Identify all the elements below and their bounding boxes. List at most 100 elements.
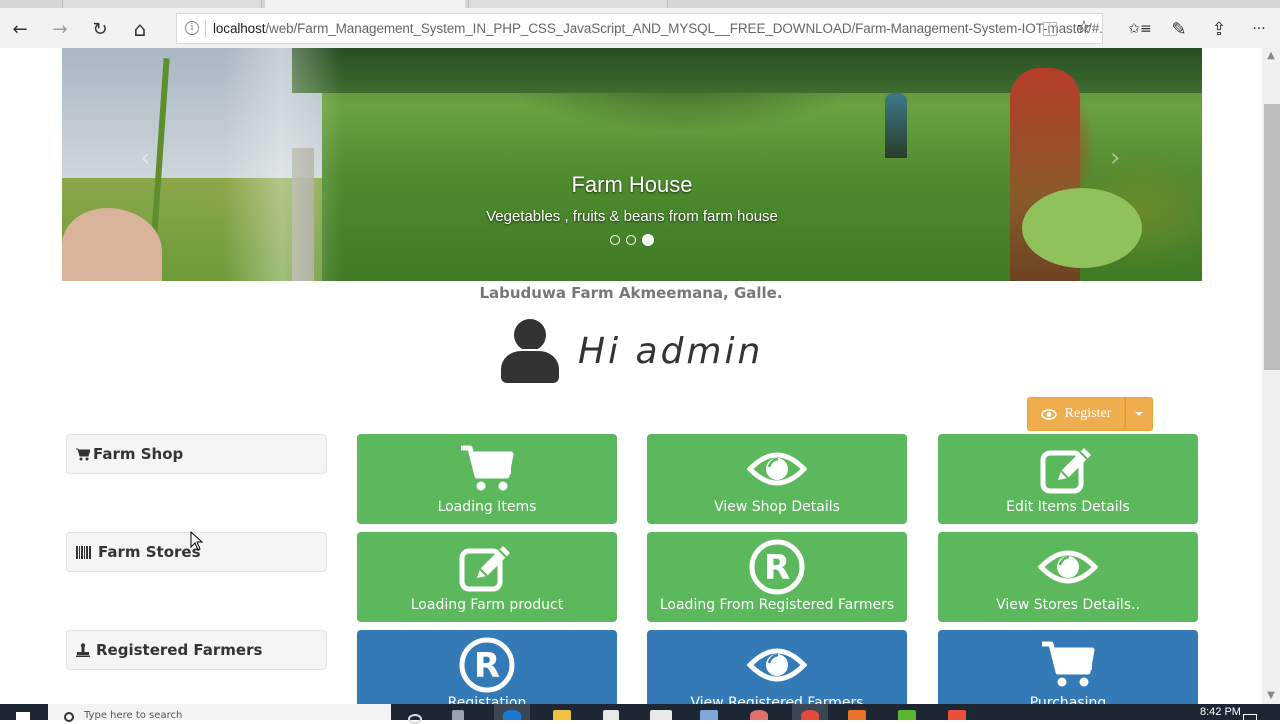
carousel-image-farmer bbox=[885, 93, 907, 158]
registered-icon: R bbox=[647, 539, 907, 595]
home-icon: ⌂ bbox=[133, 17, 147, 41]
home-button[interactable]: ⌂ bbox=[127, 16, 153, 42]
url-text[interactable]: localhost/web/Farm_Management_System_IN_… bbox=[213, 21, 1103, 36]
pen-icon: ✎ bbox=[1171, 18, 1187, 40]
tile-label: View Shop Details bbox=[714, 499, 840, 515]
tile-loading-items[interactable]: Loading Items bbox=[357, 434, 617, 524]
tile-purchasing[interactable]: Purchasing bbox=[938, 630, 1198, 704]
address-bar[interactable]: i localhost/web/Farm_Management_System_I… bbox=[176, 13, 1103, 44]
url-host: localhost bbox=[213, 21, 266, 36]
carousel-indicator[interactable] bbox=[626, 235, 636, 245]
user-icon bbox=[500, 319, 560, 383]
back-button[interactable]: ← bbox=[7, 16, 33, 42]
register-button[interactable]: Register bbox=[1027, 397, 1125, 431]
carousel-caption-text: Vegetables , fruits & beans from farm ho… bbox=[486, 208, 778, 225]
carousel-prev-control[interactable]: ‹ bbox=[140, 143, 150, 173]
tile-registation[interactable]: R Registation bbox=[357, 630, 617, 704]
eye-icon bbox=[1040, 408, 1057, 420]
chrome-icon[interactable] bbox=[801, 710, 819, 720]
notification-center-icon[interactable] bbox=[1243, 714, 1257, 720]
panel-registered-farmers[interactable]: Registered Farmers bbox=[66, 630, 327, 670]
scroll-down-arrow-icon[interactable]: ▼ bbox=[1262, 688, 1280, 704]
carousel-indicator-active[interactable] bbox=[642, 234, 654, 246]
tile-label: Registation bbox=[447, 695, 527, 704]
barcode-icon bbox=[76, 545, 92, 559]
browser-tab-active[interactable] bbox=[265, 0, 465, 8]
taskbar-search-box[interactable]: Type here to search bbox=[48, 704, 391, 722]
carousel-caption-title: Farm House bbox=[571, 172, 693, 197]
scrollbar-thumb[interactable] bbox=[1264, 104, 1280, 370]
carousel-indicators bbox=[610, 234, 654, 246]
app-icon[interactable] bbox=[700, 710, 718, 720]
favorite-star-icon[interactable]: ☆ bbox=[1076, 17, 1092, 38]
tile-label: Loading Farm product bbox=[410, 597, 564, 613]
page-scrollbar[interactable]: ▲ ▼ bbox=[1262, 48, 1280, 704]
carousel-indicator[interactable] bbox=[610, 235, 620, 245]
browser-toolbar: ← → ↻ ⌂ i localhost/web/Farm_Management_… bbox=[0, 8, 1280, 48]
forward-button[interactable]: → bbox=[47, 16, 73, 42]
task-view-icon[interactable] bbox=[452, 710, 464, 720]
tile-label: Loading Items bbox=[437, 499, 537, 515]
app-icon[interactable] bbox=[848, 710, 866, 720]
edit-icon bbox=[938, 444, 1198, 494]
tile-label: Purchasing bbox=[1029, 695, 1107, 704]
svg-text:R: R bbox=[764, 548, 790, 588]
panel-farm-shop[interactable]: Farm Shop bbox=[66, 434, 327, 474]
mouse-cursor-icon bbox=[190, 531, 204, 551]
tile-view-registered-farmers[interactable]: View Registered Farmers bbox=[647, 630, 907, 704]
shopping-cart-icon bbox=[76, 448, 90, 461]
tile-label: View Registered Farmers bbox=[690, 695, 864, 704]
panel-farm-shop-label: Farm Shop bbox=[93, 445, 184, 463]
windows-start-icon[interactable] bbox=[16, 712, 30, 720]
app-icon[interactable] bbox=[750, 710, 768, 720]
greeting: Hi admin bbox=[500, 318, 763, 384]
carousel-next-control[interactable]: › bbox=[1110, 143, 1120, 173]
eye-icon bbox=[647, 444, 907, 494]
favorites-hub-button[interactable]: ✩≡ bbox=[1127, 16, 1153, 42]
carousel-image-fade bbox=[222, 48, 342, 281]
cortana-icon[interactable] bbox=[408, 714, 422, 724]
site-info-icon[interactable]: i bbox=[185, 21, 199, 35]
tile-view-stores-details[interactable]: View Stores Details.. bbox=[938, 532, 1198, 622]
app-icon[interactable] bbox=[898, 710, 916, 720]
eye-icon bbox=[938, 542, 1198, 592]
shopping-cart-icon bbox=[938, 640, 1198, 690]
tile-loading-farm-product[interactable]: Loading Farm product bbox=[357, 532, 617, 622]
refresh-button[interactable]: ↻ bbox=[87, 16, 113, 42]
forward-arrow-icon: → bbox=[52, 18, 68, 40]
eye-icon bbox=[647, 640, 907, 690]
app-icon[interactable] bbox=[650, 710, 672, 720]
panel-farm-stores-label: Farm Stores bbox=[98, 543, 201, 561]
more-button[interactable]: ··· bbox=[1246, 16, 1272, 42]
taskbar-clock[interactable]: 8:42 PM bbox=[1200, 706, 1241, 718]
url-path: /web/Farm_Management_System_IN_PHP_CSS_J… bbox=[265, 21, 1103, 36]
edit-icon bbox=[357, 542, 617, 592]
browser-tab[interactable] bbox=[62, 0, 262, 8]
edge-icon[interactable] bbox=[503, 710, 521, 720]
share-button[interactable]: ⇪ bbox=[1206, 16, 1232, 42]
share-icon: ⇪ bbox=[1211, 18, 1227, 40]
svg-text:R: R bbox=[474, 646, 500, 686]
scroll-up-arrow-icon[interactable]: ▲ bbox=[1262, 48, 1280, 64]
file-explorer-icon[interactable] bbox=[553, 710, 571, 720]
refresh-icon: ↻ bbox=[92, 18, 108, 40]
greeting-text: Hi admin bbox=[578, 330, 764, 372]
carousel-image-basket bbox=[1022, 188, 1142, 268]
browser-tab[interactable] bbox=[468, 0, 668, 8]
tile-label: Edit Items Details bbox=[1006, 499, 1130, 515]
back-arrow-icon: ← bbox=[12, 18, 28, 40]
tile-view-shop-details[interactable]: View Shop Details bbox=[647, 434, 907, 524]
register-dropdown-toggle[interactable] bbox=[1125, 397, 1153, 431]
tile-label: View Stores Details.. bbox=[996, 597, 1140, 613]
favorites-hub-icon: ✩≡ bbox=[1128, 21, 1152, 37]
web-notes-button[interactable]: ✎ bbox=[1166, 16, 1192, 42]
page-content: ‹ › Farm House Vegetables , fruits & bea… bbox=[0, 48, 1262, 704]
taskbar-search-placeholder: Type here to search bbox=[84, 710, 183, 721]
reading-view-icon[interactable] bbox=[1043, 22, 1057, 36]
carousel[interactable]: ‹ › Farm House Vegetables , fruits & bea… bbox=[62, 48, 1202, 281]
store-icon[interactable] bbox=[603, 710, 619, 720]
app-icon[interactable] bbox=[948, 710, 966, 720]
more-dots-icon: ··· bbox=[1252, 21, 1266, 37]
tile-edit-items-details[interactable]: Edit Items Details bbox=[938, 434, 1198, 524]
tile-loading-from-registered-farmers[interactable]: R Loading From Registered Farmers bbox=[647, 532, 907, 622]
